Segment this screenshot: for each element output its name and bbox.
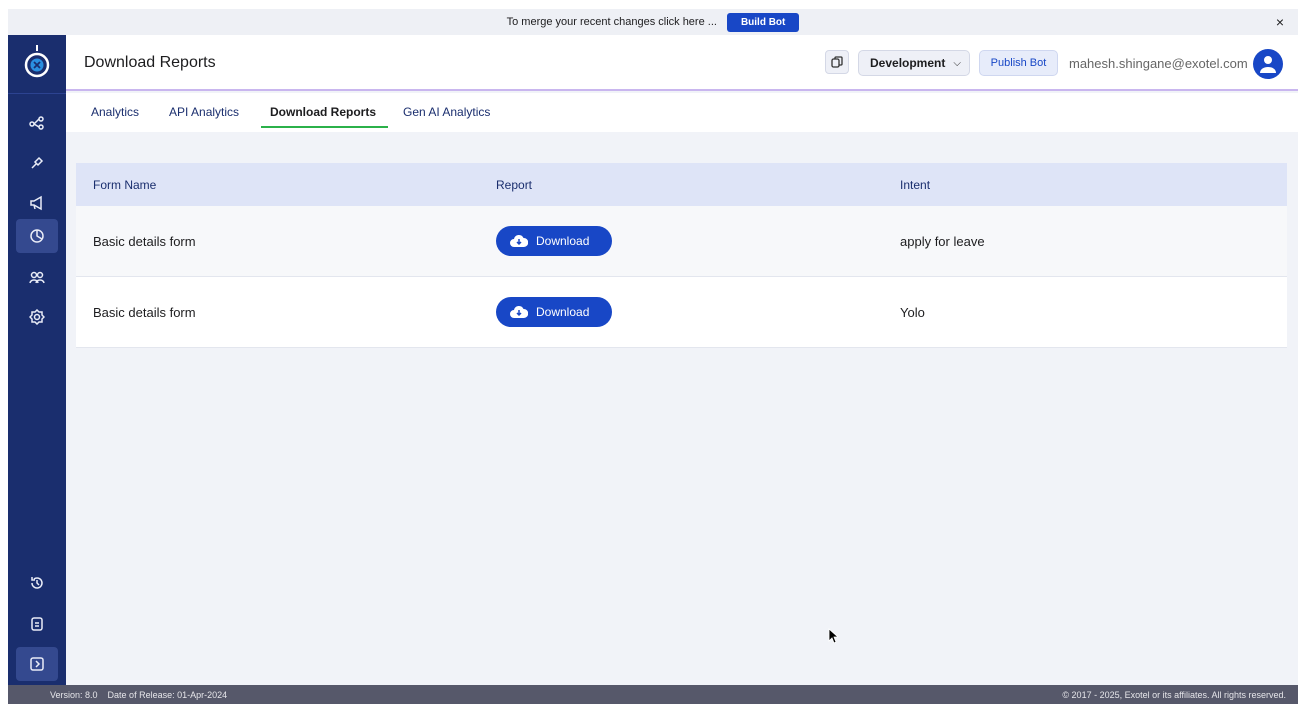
build-bot-button[interactable]: Build Bot — [726, 12, 800, 32]
copy-button[interactable] — [825, 50, 849, 74]
collapse-sidebar-icon[interactable] — [16, 647, 58, 681]
close-banner-icon[interactable]: × — [1276, 14, 1284, 30]
avatar[interactable] — [1253, 49, 1283, 79]
page-title: Download Reports — [84, 54, 216, 71]
download-button[interactable]: Download — [496, 226, 612, 256]
download-button[interactable]: Download — [496, 297, 612, 327]
history-icon[interactable] — [16, 566, 58, 600]
merge-message: To merge your recent changes click here … — [506, 16, 717, 28]
table-row: Basic details form Download apply for le… — [76, 206, 1287, 277]
column-header-intent: Intent — [900, 177, 931, 192]
column-header-report: Report — [496, 177, 533, 192]
integrations-icon[interactable] — [16, 146, 58, 180]
version-info: Version: 8.0 Date of Release: 01-Apr-202… — [50, 690, 227, 700]
tab-download-reports[interactable]: Download Reports — [270, 105, 376, 119]
page-header: Download Reports Development ⌵ Publish B… — [66, 35, 1298, 91]
sidebar — [8, 35, 66, 685]
cloud-download-icon — [510, 305, 528, 318]
mouse-cursor-icon — [828, 628, 838, 644]
table-row: Basic details form Download Yolo — [76, 277, 1287, 348]
environment-select[interactable]: Development ⌵ — [858, 50, 970, 76]
environment-value: Development — [870, 56, 946, 70]
broadcast-icon[interactable] — [16, 186, 58, 220]
users-icon[interactable] — [16, 260, 58, 294]
form-name-cell: Basic details form — [93, 304, 196, 320]
tab-analytics[interactable]: Analytics — [91, 105, 139, 119]
documents-icon[interactable] — [16, 607, 58, 641]
app-frame: To merge your recent changes click here … — [8, 9, 1298, 704]
release-date: Date of Release: 01-Apr-2024 — [107, 689, 228, 700]
sidebar-divider — [8, 93, 66, 94]
tab-bar: Analytics API Analytics Download Reports… — [66, 93, 1298, 132]
download-label: Download — [536, 305, 590, 319]
user-email: mahesh.shingane@exotel.com — [1069, 56, 1248, 71]
cloud-download-icon — [510, 234, 528, 247]
chevron-down-icon: ⌵ — [953, 57, 961, 69]
logo-icon[interactable] — [22, 45, 52, 81]
version-label: Version: 8.0 — [50, 689, 98, 700]
tab-api-analytics[interactable]: API Analytics — [169, 105, 239, 119]
form-name-cell: Basic details form — [93, 233, 196, 249]
reports-table: Form Name Report Intent Basic details fo… — [76, 163, 1287, 348]
flows-icon[interactable] — [16, 106, 58, 140]
analytics-icon[interactable] — [16, 219, 58, 253]
footer: Version: 8.0 Date of Release: 01-Apr-202… — [8, 685, 1298, 704]
intent-cell: Yolo — [900, 304, 925, 320]
copyright: © 2017 - 2025, Exotel or its affiliates.… — [1062, 689, 1286, 700]
download-label: Download — [536, 234, 590, 248]
intent-cell: apply for leave — [900, 233, 985, 249]
settings-icon[interactable] — [16, 300, 58, 334]
publish-bot-button[interactable]: Publish Bot — [979, 50, 1058, 76]
copy-icon — [831, 56, 843, 68]
column-header-form-name: Form Name — [93, 177, 157, 192]
user-icon — [1260, 56, 1276, 73]
active-tab-indicator — [261, 126, 388, 128]
table-header: Form Name Report Intent — [76, 163, 1287, 206]
merge-banner: To merge your recent changes click here … — [8, 9, 1298, 35]
tab-gen-ai-analytics[interactable]: Gen AI Analytics — [403, 105, 490, 119]
